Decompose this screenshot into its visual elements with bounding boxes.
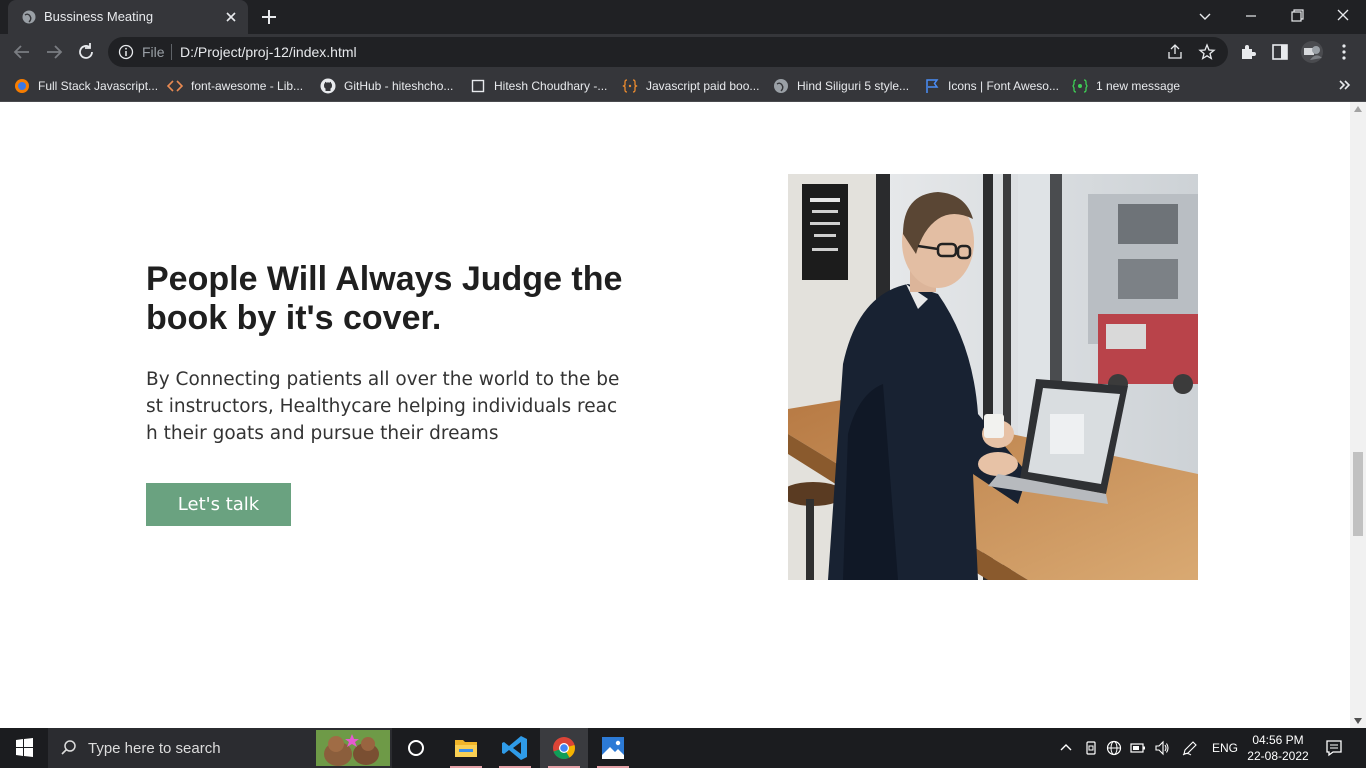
- bookmark-label: Full Stack Javascript...: [38, 79, 159, 93]
- bookmark-star-icon[interactable]: [1198, 43, 1216, 61]
- input-language[interactable]: ENG: [1212, 741, 1238, 755]
- hero-description: By Connecting patients all over the worl…: [146, 369, 620, 444]
- hero-text-block: People Will Always Judge the book by it'…: [146, 260, 628, 526]
- more-bookmarks-icon[interactable]: [1336, 77, 1352, 93]
- cortana-icon[interactable]: [392, 728, 440, 768]
- close-tab-icon[interactable]: [222, 8, 240, 26]
- globe-icon: [22, 10, 36, 24]
- orange-circle-icon: [15, 79, 29, 93]
- bookmark-item[interactable]: Javascript paid boo...: [622, 77, 759, 95]
- address-bar[interactable]: File D:/Project/proj-12/index.html: [108, 37, 1228, 67]
- bookmark-label: Hind Siliguri 5 style...: [797, 79, 910, 93]
- tab-strip: Bussiness Meating: [0, 0, 1366, 34]
- flag-icon: [926, 79, 939, 93]
- bookmark-item[interactable]: GitHub - hiteshcho...: [320, 77, 453, 95]
- bookmark-item[interactable]: Hind Siliguri 5 style...: [773, 77, 909, 95]
- lets-talk-button[interactable]: Let's talk: [146, 483, 291, 526]
- page-icon: [471, 79, 485, 93]
- businessman-laptop-photo: [788, 174, 1198, 580]
- side-panel-icon[interactable]: [1270, 42, 1290, 62]
- browser-tab[interactable]: Bussiness Meating: [8, 0, 248, 34]
- taskbar-vscode[interactable]: [491, 728, 539, 768]
- address-separator: [171, 44, 172, 60]
- braces-icon: [622, 79, 638, 93]
- search-highlight-illustration[interactable]: [316, 730, 390, 766]
- hero-heading: People Will Always Judge the book by it'…: [146, 260, 623, 337]
- bookmark-item[interactable]: Icons | Font Aweso...: [924, 77, 1059, 95]
- tab-title: Bussiness Meating: [44, 9, 154, 24]
- back-arrow-icon[interactable]: [11, 41, 33, 63]
- volume-icon[interactable]: [1154, 740, 1170, 756]
- scheme-label: File: [142, 44, 165, 60]
- windows-start-icon[interactable]: [0, 728, 48, 768]
- taskbar-clock[interactable]: 04:56 PM 22-08-2022: [1246, 732, 1310, 764]
- taskbar-search[interactable]: Type here to search: [48, 728, 392, 768]
- hero-image: [788, 174, 1198, 580]
- info-icon[interactable]: [118, 44, 134, 60]
- tab-search-icon[interactable]: [1182, 0, 1228, 34]
- reload-icon[interactable]: [75, 41, 97, 63]
- scroll-up-arrow-icon[interactable]: [1354, 106, 1362, 112]
- restore-button[interactable]: [1274, 0, 1320, 34]
- bookmark-label: Hitesh Choudhary -...: [494, 79, 608, 93]
- search-placeholder: Type here to search: [88, 740, 221, 757]
- forward-arrow-icon[interactable]: [43, 41, 65, 63]
- chrome-icon: [553, 737, 575, 760]
- code-brackets-icon: [167, 80, 183, 92]
- bookmark-label: 1 new message: [1096, 79, 1181, 93]
- search-icon: [61, 740, 76, 755]
- bookmark-item[interactable]: Hitesh Choudhary -...: [470, 77, 607, 95]
- share-icon[interactable]: [1166, 43, 1184, 61]
- bookmark-item[interactable]: 1 new message: [1072, 77, 1180, 95]
- url-text[interactable]: D:/Project/proj-12/index.html: [180, 44, 357, 60]
- close-window-button[interactable]: [1320, 0, 1366, 34]
- bookmark-label: font-awesome - Lib...: [191, 79, 304, 93]
- bookmark-label: Icons | Font Aweso...: [948, 79, 1059, 93]
- menu-kebab-icon[interactable]: [1334, 42, 1354, 62]
- network-globe-icon[interactable]: [1106, 740, 1122, 756]
- scroll-thumb[interactable]: [1353, 452, 1363, 536]
- notifications-icon[interactable]: [1325, 739, 1343, 757]
- page-scrollbar[interactable]: [1350, 102, 1366, 728]
- taskbar-file-explorer[interactable]: [442, 728, 490, 768]
- clock-date: 22-08-2022: [1247, 749, 1309, 763]
- bookmark-label: GitHub - hiteshcho...: [344, 79, 454, 93]
- globe-icon: [774, 79, 788, 93]
- clock-time: 04:56 PM: [1252, 733, 1304, 747]
- github-icon: [320, 78, 336, 94]
- vscode-icon: [502, 736, 527, 760]
- profile-avatar[interactable]: [1300, 40, 1324, 64]
- bookmark-item[interactable]: Full Stack Javascript...: [14, 77, 158, 95]
- bookmark-item[interactable]: font-awesome - Lib...: [167, 77, 303, 95]
- new-tab-button[interactable]: [258, 6, 280, 28]
- browser-toolbar: File D:/Project/proj-12/index.html: [0, 34, 1366, 70]
- minimize-button[interactable]: [1228, 0, 1274, 34]
- show-hidden-icons-chevron-icon[interactable]: [1058, 740, 1074, 756]
- folder-icon: [455, 740, 477, 757]
- page-viewport: People Will Always Judge the book by it'…: [0, 102, 1350, 728]
- scroll-down-arrow-icon[interactable]: [1354, 718, 1362, 724]
- windows-taskbar: Type here to search ENG 04:56 PM 22-08-2…: [0, 728, 1366, 768]
- bookmark-label: Javascript paid boo...: [646, 79, 760, 93]
- taskbar-chrome[interactable]: [540, 728, 588, 768]
- photos-icon: [602, 737, 624, 759]
- taskbar-photos[interactable]: [589, 728, 637, 768]
- meet-now-icon[interactable]: [1083, 740, 1099, 756]
- extensions-puzzle-icon[interactable]: [1238, 42, 1258, 62]
- pen-workspace-icon[interactable]: [1182, 740, 1198, 756]
- chat-icon: [1072, 79, 1088, 93]
- battery-icon[interactable]: [1130, 740, 1146, 756]
- bookmarks-bar: Full Stack Javascript... font-awesome - …: [0, 70, 1366, 102]
